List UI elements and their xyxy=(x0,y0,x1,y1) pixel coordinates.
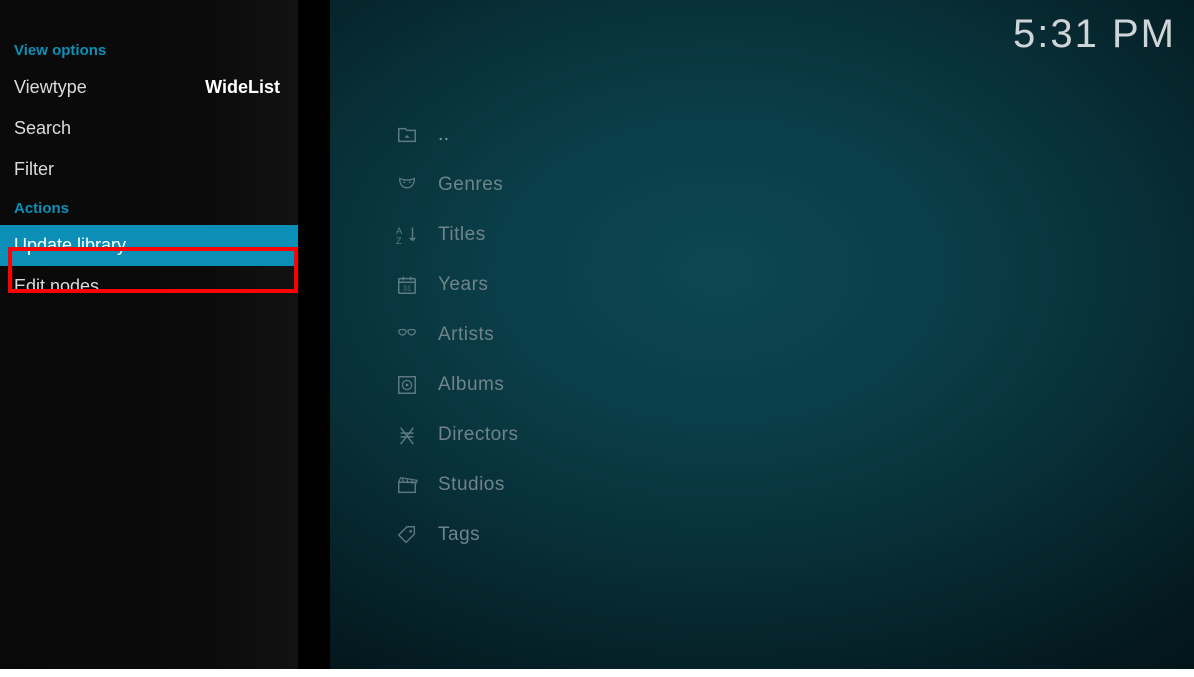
clock: 5:31 PM xyxy=(1013,12,1176,57)
masks-icon xyxy=(394,172,420,198)
list-item-albums[interactable]: Albums xyxy=(394,360,994,410)
list-item-titles[interactable]: AZ Titles xyxy=(394,210,994,260)
edit-nodes-label: Edit nodes xyxy=(14,276,99,297)
list-item-studios[interactable]: Studios xyxy=(394,460,994,510)
svg-text:31: 31 xyxy=(403,284,411,293)
calendar-icon: 31 xyxy=(394,272,420,298)
list-item-label: Tags xyxy=(438,524,480,546)
view-options-header: View options xyxy=(0,42,298,67)
list-item-label: Albums xyxy=(438,374,504,396)
viewtype-row[interactable]: Viewtype WideList xyxy=(0,67,298,108)
main-content-list: .. Genres AZ Titles 31 Years Artists xyxy=(394,110,994,560)
filter-row[interactable]: Filter xyxy=(0,149,298,190)
list-item-years[interactable]: 31 Years xyxy=(394,260,994,310)
list-item-label: Studios xyxy=(438,474,505,496)
list-item-label: Artists xyxy=(438,324,494,346)
sort-az-icon: AZ xyxy=(394,222,420,248)
filter-label: Filter xyxy=(14,159,54,180)
bottom-border xyxy=(0,669,1194,677)
disc-icon xyxy=(394,372,420,398)
list-item-label: .. xyxy=(438,124,450,146)
clapperboard-icon xyxy=(394,472,420,498)
folder-up-icon xyxy=(394,122,420,148)
actions-header: Actions xyxy=(0,200,298,225)
svg-text:Z: Z xyxy=(396,236,402,246)
list-item-label: Titles xyxy=(438,224,486,246)
list-item-directors[interactable]: Directors xyxy=(394,410,994,460)
director-chair-icon xyxy=(394,422,420,448)
viewtype-label: Viewtype xyxy=(14,77,87,98)
list-item-label: Years xyxy=(438,274,488,296)
list-item-label: Genres xyxy=(438,174,503,196)
list-item-parent[interactable]: .. xyxy=(394,110,994,160)
list-item-label: Directors xyxy=(438,424,519,446)
viewtype-value: WideList xyxy=(205,77,280,98)
list-item-artists[interactable]: Artists xyxy=(394,310,994,360)
sidebar-shadow xyxy=(298,0,332,669)
mask-icon xyxy=(394,322,420,348)
tag-icon xyxy=(394,522,420,548)
options-sidebar: View options Viewtype WideList Search Fi… xyxy=(0,0,298,669)
search-row[interactable]: Search xyxy=(0,108,298,149)
svg-text:A: A xyxy=(396,226,403,236)
update-library-label: Update library xyxy=(14,235,126,256)
list-item-tags[interactable]: Tags xyxy=(394,510,994,560)
edit-nodes-row[interactable]: Edit nodes xyxy=(0,266,298,307)
update-library-row[interactable]: Update library xyxy=(0,225,298,266)
search-label: Search xyxy=(14,118,71,139)
list-item-genres[interactable]: Genres xyxy=(394,160,994,210)
